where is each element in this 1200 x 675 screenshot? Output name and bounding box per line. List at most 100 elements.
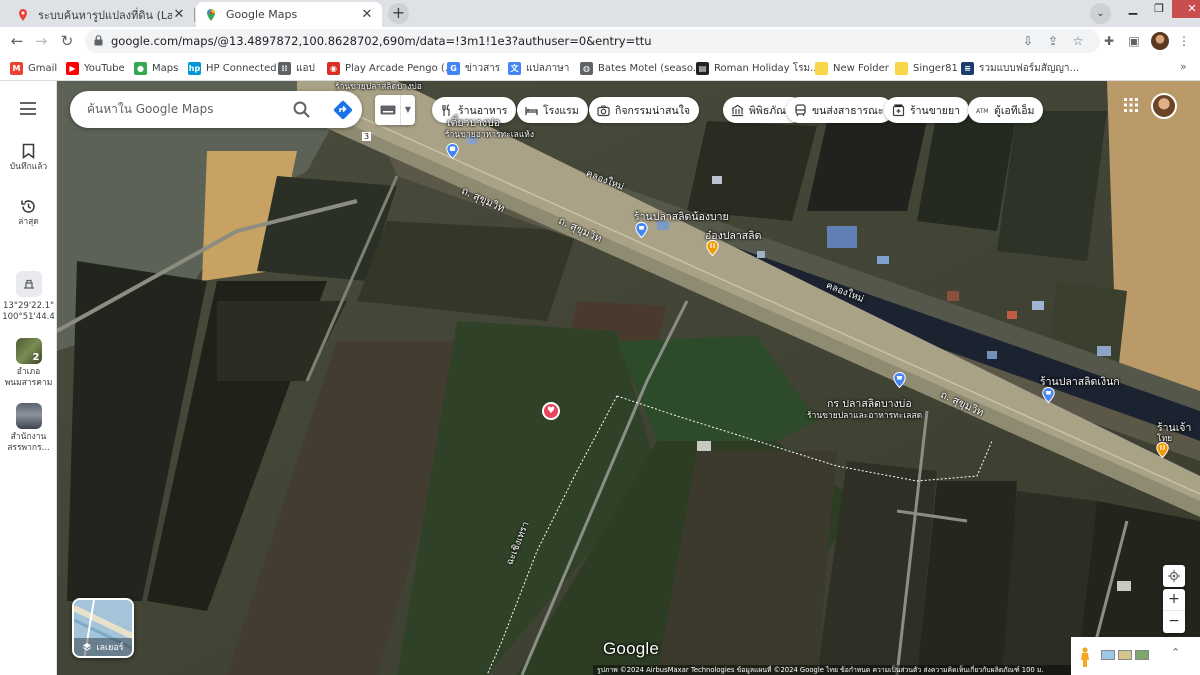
bookmark-item[interactable]: ▤ Roman Holiday โรม...: [696, 60, 820, 76]
route-marker: 3: [362, 132, 372, 141]
bookmark-item[interactable]: 文 แปลภาษา: [508, 60, 569, 76]
bookmark-item[interactable]: ◉ Play Arcade Pengo (...: [327, 60, 454, 76]
bookmark-label: Gmail: [28, 62, 58, 74]
share-icon[interactable]: ⇪: [1045, 33, 1061, 49]
camera-icon: [597, 105, 610, 116]
bookmarks-overflow-icon[interactable]: »: [1180, 60, 1187, 73]
rail-saved-label: บันทึกแล้ว: [9, 162, 48, 172]
expand-chevron-icon[interactable]: ⌃: [1171, 646, 1180, 659]
tab-landsmaps[interactable]: ระบบค้นหารูปแปลงที่ดิน (LandsMa ✕: [8, 2, 194, 27]
pegman-icon[interactable]: [1079, 647, 1091, 667]
news-icon: G: [447, 61, 460, 75]
close-tab-icon[interactable]: ✕: [360, 7, 374, 22]
bookmark-icon: [18, 140, 40, 162]
extensions-puzzle-icon[interactable]: ✚: [1100, 32, 1118, 50]
keyboard-icon: [375, 95, 401, 125]
close-tab-icon[interactable]: ✕: [172, 7, 186, 22]
gmail-icon: M: [10, 61, 23, 75]
rail-recent[interactable]: ล่าสุด: [0, 195, 57, 228]
google-apps-icon[interactable]: [1124, 98, 1138, 112]
place-label[interactable]: ร้านขายอาหารทะเลแห้ง: [445, 127, 534, 141]
profile-avatar[interactable]: [1151, 32, 1169, 50]
browser-menu-icon[interactable]: ⋮: [1175, 32, 1193, 50]
side-panel-icon[interactable]: ▣: [1125, 32, 1143, 50]
imagery-thumbnail[interactable]: [1118, 650, 1132, 660]
bookmark-label: YouTube: [84, 62, 125, 74]
zoom-in-button[interactable]: +: [1163, 589, 1185, 611]
rail-recent-place-1[interactable]: 2 อำเภอ พนมสารคาม: [0, 338, 57, 389]
bookmark-item[interactable]: ⁝⁝ แอป: [278, 60, 315, 76]
back-arrow-icon[interactable]: ←: [7, 31, 27, 51]
film-icon: ▤: [696, 61, 709, 75]
bookmark-item[interactable]: ≡ รวมแบบฟอร์มสัญญา...: [961, 60, 1079, 76]
tab-search-icon[interactable]: ⌄: [1090, 3, 1111, 24]
bookmark-label: แปลภาษา: [526, 62, 570, 74]
bookmark-item[interactable]: ● Maps: [134, 60, 178, 76]
place-label[interactable]: ร้านขายปลาสลิดบางบ่อ: [335, 81, 422, 93]
layers-icon: [83, 643, 92, 651]
bookmark-item[interactable]: ▶ YouTube: [66, 60, 125, 76]
restaurant-pin-icon[interactable]: [706, 240, 719, 256]
maps-icon: ●: [134, 61, 147, 75]
coordinate-line-1: 13°29'22.1": [2, 301, 55, 311]
rail-recent-coordinate[interactable]: 13°29'22.1" 100°51'44.4: [0, 271, 57, 323]
new-tab-button[interactable]: +: [388, 3, 409, 24]
bookmark-star-icon[interactable]: ☆: [1070, 33, 1086, 49]
maps-left-rail: บันทึกแล้ว ล่าสุด 13°29'22.1" 100°51'44.…: [0, 81, 57, 675]
reload-icon[interactable]: ↻: [57, 31, 77, 51]
address-bar[interactable]: google.com/maps/@13.4897872,100.8628702,…: [85, 29, 1100, 53]
url-text: google.com/maps/@13.4897872,100.8628702,…: [111, 34, 652, 48]
chip-label: กิจกรรมน่าสนใจ: [615, 104, 691, 117]
imagery-thumbnail[interactable]: [1101, 650, 1115, 660]
category-chip-atm[interactable]: ATM ตู้เอทีเอ็ม: [968, 97, 1044, 123]
forward-arrow-icon[interactable]: →: [31, 31, 51, 51]
bookmark-item[interactable]: New Folder: [815, 60, 889, 76]
saved-place-heart-icon[interactable]: ♥: [542, 402, 560, 420]
place-label[interactable]: ร้านขายปลาและอาหารทะเลสด: [807, 408, 922, 422]
transit-pin-icon[interactable]: [446, 143, 459, 159]
bookmark-item[interactable]: hp HP Connected: [188, 60, 277, 76]
history-icon: [18, 195, 40, 217]
category-chip-pharmacy[interactable]: ร้านขายยา: [884, 97, 969, 123]
install-app-icon[interactable]: ⇩: [1020, 33, 1036, 49]
rail-recent-place-2[interactable]: สำนักงาน สรรพากร...: [0, 403, 57, 454]
apps-grid-icon: ⁝⁝: [278, 61, 291, 75]
zoom-controls: + −: [1163, 589, 1185, 633]
maps-search-input[interactable]: [87, 100, 287, 118]
account-avatar[interactable]: [1151, 93, 1177, 119]
restaurant-pin-icon[interactable]: [1156, 442, 1169, 458]
svg-text:ATM: ATM: [976, 108, 988, 115]
search-icon[interactable]: [292, 100, 312, 120]
place-label[interactable]: ร้านปลาสลิดน้องบาย: [634, 208, 729, 225]
bookmark-item[interactable]: M Gmail: [10, 60, 57, 76]
rail-saved[interactable]: บันทึกแล้ว: [0, 140, 57, 173]
zoom-out-button[interactable]: −: [1163, 611, 1185, 633]
layers-button[interactable]: เลเยอร์: [72, 598, 134, 658]
category-chip-transit[interactable]: ขนส่งสาธารณะ: [786, 97, 893, 123]
imagery-thumbnail[interactable]: [1135, 650, 1149, 660]
category-chip-camera[interactable]: กิจกรรมน่าสนใจ: [589, 97, 700, 123]
shop-pin-icon[interactable]: [893, 372, 906, 388]
satellite-map[interactable]: ▼ ร้านอาหารโรงแรมกิจกรรมน่าสนใจพิพิธภัณฑ…: [57, 81, 1200, 675]
tab-divider: [194, 8, 195, 22]
shop-pin-icon[interactable]: [635, 222, 648, 238]
my-location-button[interactable]: [1163, 565, 1185, 587]
satellite-imagery: [57, 81, 1200, 675]
bookmark-item[interactable]: Singer81: [895, 60, 958, 76]
bookmark-item[interactable]: G ข่าวสาร: [447, 60, 500, 76]
window-close-icon[interactable]: ✕: [1172, 0, 1200, 18]
bookmarks-bar: M Gmail ▶ YouTube ● Maps hp HP Connected ⁝⁝ แอป ◉ P…: [0, 55, 1200, 81]
minimize-icon[interactable]: ▁: [1120, 0, 1146, 18]
bookmark-item[interactable]: ◍ Bates Motel (seaso...: [580, 60, 702, 76]
input-tools-button[interactable]: ▼: [375, 95, 415, 125]
place-1-line-1: อำเภอ: [16, 367, 41, 377]
shop-pin-icon[interactable]: [1042, 387, 1055, 403]
pin-thumbnail-icon: [15, 271, 42, 297]
tab-google-maps[interactable]: Google Maps ✕: [196, 2, 382, 27]
youtube-icon: ▶: [66, 61, 79, 75]
category-chip-hotel[interactable]: โรงแรม: [517, 97, 588, 123]
menu-hamburger-icon[interactable]: [20, 102, 36, 115]
restore-icon[interactable]: ❐: [1146, 0, 1172, 18]
my-location-icon: [1168, 570, 1180, 582]
directions-icon[interactable]: [332, 99, 354, 121]
